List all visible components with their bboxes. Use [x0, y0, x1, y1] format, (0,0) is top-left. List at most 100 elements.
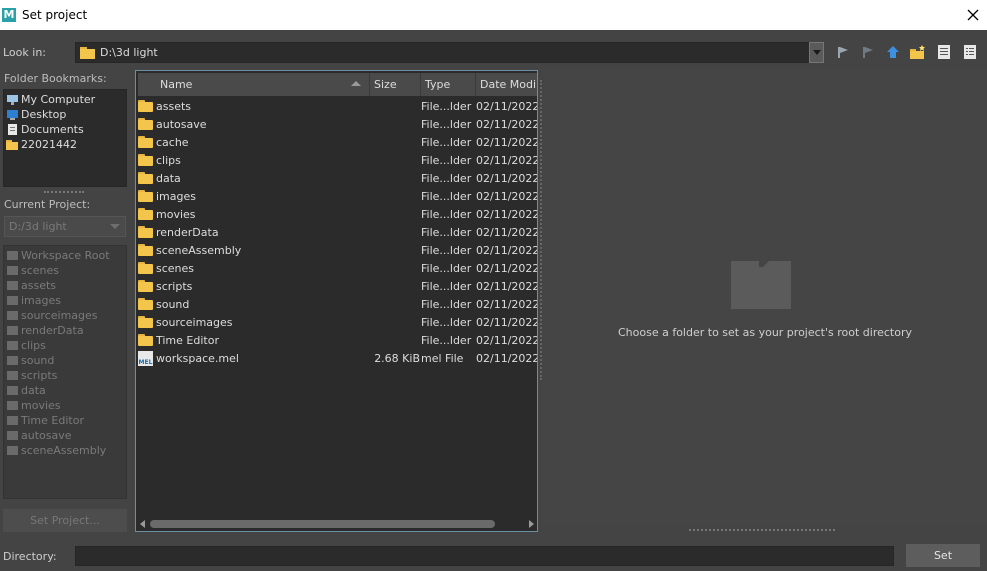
mel-file-icon: MEL	[138, 350, 153, 366]
pane-splitter-handle[interactable]	[540, 80, 542, 380]
workspace-item: assets	[7, 278, 123, 293]
set-button[interactable]: Set	[906, 544, 980, 567]
file-row-autosave[interactable]: autosave File...lder 02/11/2022	[138, 115, 537, 133]
folder-bookmarks-list: My Computer Desktop Documents 22021442	[3, 89, 127, 187]
file-date: 02/11/2022	[476, 243, 537, 257]
file-row-time-editor[interactable]: Time Editor File...lder 02/11/2022	[138, 331, 537, 349]
file-name: scripts	[156, 279, 193, 293]
look-in-combo[interactable]: D:\3d light	[75, 42, 810, 63]
file-list-rows: assets File...lder 02/11/2022 autosave F…	[138, 97, 537, 367]
bookmark-desktop[interactable]: Desktop	[6, 107, 124, 122]
workspace-item: renderData	[7, 323, 123, 338]
column-header-type[interactable]: Type	[421, 73, 476, 96]
file-row-cache[interactable]: cache File...lder 02/11/2022	[138, 133, 537, 151]
folder-icon	[7, 356, 18, 365]
file-list-view[interactable]: Name Size Type Date Modi assets File...l…	[135, 70, 538, 532]
column-header-size[interactable]: Size	[370, 73, 421, 96]
file-name: images	[156, 189, 196, 203]
workspace-item: Time Editor	[7, 413, 123, 428]
file-date: 02/11/2022	[476, 333, 537, 347]
file-row-scripts[interactable]: scripts File...lder 02/11/2022	[138, 277, 537, 295]
current-project-value: D:/3d light	[9, 220, 67, 233]
workspace-item: data	[7, 383, 123, 398]
file-date: 02/11/2022	[476, 99, 537, 113]
look-in-path: D:\3d light	[100, 46, 158, 59]
bookmark-22021442[interactable]: 22021442	[6, 137, 124, 152]
file-date: 02/11/2022	[476, 225, 537, 239]
file-type: File...lder	[421, 207, 472, 221]
file-row-sourceimages[interactable]: sourceimages File...lder 02/11/2022	[138, 313, 537, 331]
file-row-movies[interactable]: movies File...lder 02/11/2022	[138, 205, 537, 223]
file-type: File...lder	[421, 315, 472, 329]
folder-icon	[7, 251, 18, 260]
folder-icon	[80, 46, 95, 59]
directory-input[interactable]	[75, 546, 894, 566]
folder-icon	[138, 334, 153, 346]
set-project-button[interactable]: Set Project...	[3, 509, 127, 532]
file-row-renderdata[interactable]: renderData File...lder 02/11/2022	[138, 223, 537, 241]
file-row-sound[interactable]: sound File...lder 02/11/2022	[138, 295, 537, 313]
file-date: 02/11/2022	[476, 171, 537, 185]
scroll-left-icon[interactable]	[140, 520, 145, 528]
bookmark-documents[interactable]: Documents	[6, 122, 124, 137]
scrollbar-thumb[interactable]	[150, 520, 495, 528]
title-bar: M Set project	[0, 0, 987, 30]
bookmark-my-computer[interactable]: My Computer	[6, 92, 124, 107]
column-header-name[interactable]: Name	[138, 73, 370, 96]
folder-icon	[7, 431, 18, 440]
bookmark-label: Documents	[21, 123, 84, 136]
folder-icon	[7, 416, 18, 425]
file-type: mel File	[421, 351, 464, 365]
file-name: assets	[156, 99, 192, 113]
back-button[interactable]	[835, 44, 851, 60]
list-view-button[interactable]	[936, 44, 952, 60]
folder-icon	[6, 139, 18, 150]
folder-icon	[7, 326, 18, 335]
preview-splitter-handle[interactable]	[689, 529, 835, 531]
detail-view-button[interactable]	[962, 44, 978, 60]
bookmark-label: Desktop	[21, 108, 67, 121]
file-date: 02/11/2022	[476, 207, 537, 221]
file-list-header: Name Size Type Date Modi	[138, 73, 537, 96]
current-project-combo: D:/3d light	[4, 216, 126, 237]
file-row-sceneassembly[interactable]: sceneAssembly File...lder 02/11/2022	[138, 241, 537, 259]
workspace-item: autosave	[7, 428, 123, 443]
chevron-down-icon	[110, 224, 120, 229]
folder-icon	[7, 296, 18, 305]
folder-icon	[7, 311, 18, 320]
file-date: 02/11/2022	[476, 153, 537, 167]
list-view-icon	[938, 45, 950, 59]
folder-icon	[7, 386, 18, 395]
scroll-right-icon[interactable]	[529, 520, 534, 528]
workspace-item: images	[7, 293, 123, 308]
file-row-images[interactable]: images File...lder 02/11/2022	[138, 187, 537, 205]
bookmarks-splitter-handle[interactable]	[44, 191, 84, 193]
file-date: 02/11/2022	[476, 189, 537, 203]
forward-icon	[863, 47, 873, 58]
back-icon	[838, 47, 848, 58]
folder-icon	[138, 190, 153, 202]
new-folder-button[interactable]	[910, 44, 926, 60]
file-row-scenes[interactable]: scenes File...lder 02/11/2022	[138, 259, 537, 277]
workspace-item: sceneAssembly	[7, 443, 123, 458]
file-name: sound	[156, 297, 190, 311]
column-header-date-modified[interactable]: Date Modi	[476, 73, 537, 96]
folder-icon	[138, 118, 153, 130]
parent-directory-button[interactable]	[885, 44, 901, 60]
file-name: clips	[156, 153, 181, 167]
forward-button[interactable]	[860, 44, 876, 60]
file-row-assets[interactable]: assets File...lder 02/11/2022	[138, 97, 537, 115]
horizontal-scrollbar[interactable]	[138, 518, 537, 530]
file-row-workspace-mel[interactable]: MEL workspace.mel 2.68 KiB mel File 02/11…	[138, 349, 537, 367]
file-row-data[interactable]: data File...lder 02/11/2022	[138, 169, 537, 187]
workspace-item: scripts	[7, 368, 123, 383]
desktop-icon	[6, 109, 18, 120]
file-type: File...lder	[421, 225, 472, 239]
file-name: sourceimages	[156, 315, 233, 329]
folder-icon	[138, 298, 153, 310]
bookmark-label: 22021442	[21, 138, 77, 151]
file-type: File...lder	[421, 153, 472, 167]
look-in-dropdown-button[interactable]	[809, 42, 824, 63]
file-row-clips[interactable]: clips File...lder 02/11/2022	[138, 151, 537, 169]
close-button[interactable]	[963, 5, 983, 25]
